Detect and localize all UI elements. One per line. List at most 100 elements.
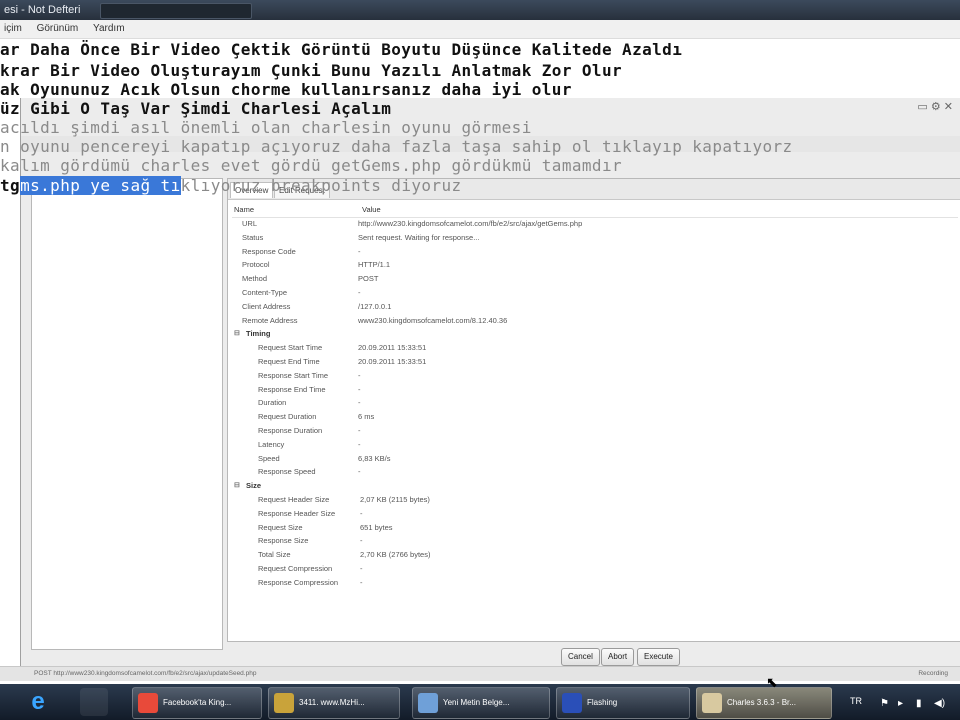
section-header[interactable]: ⊟ Timing (228, 329, 954, 341)
notepad-line: ak Oyununuz Acık Olsun chorme kullanırsa… (0, 80, 572, 99)
overview-row[interactable]: Content-Type - (228, 288, 954, 300)
row-value: - (358, 398, 361, 408)
abort-button[interactable]: Abort (601, 648, 635, 666)
line-prefix: tg (0, 176, 21, 195)
row-name: Total Size (258, 550, 291, 560)
overview-row[interactable]: Client Address/127.0.0.1 (228, 302, 954, 314)
overview-row[interactable]: Protocol HTTP/1.1 (228, 260, 954, 272)
request-detail-panel: Overview Edit Request Name Value URL http… (227, 178, 960, 642)
row-value: 2,07 KB (2115 bytes) (360, 495, 430, 504)
col-name: Name (234, 205, 255, 214)
execute-button[interactable]: Execute (637, 648, 680, 666)
system-tray: TR ⚑ ▸ ▮ ◀) (840, 684, 960, 720)
row-name: Request Header Size (258, 495, 330, 504)
language-indicator[interactable]: TR (850, 696, 862, 706)
charles-status-bar: POST http://www230.kingdomsofcamelot.com… (0, 666, 960, 681)
row-value: 6,83 KB/s (358, 453, 391, 463)
row-name: Response Speed (258, 467, 316, 477)
row-value: - (358, 288, 361, 297)
section-label: Timing (246, 329, 271, 339)
row-value: www230.kingdomsofcamelot.com/8.12.40.36 (358, 315, 508, 325)
row-name: Response Code (242, 246, 296, 256)
background-window-tab[interactable] (100, 3, 252, 19)
overview-row[interactable]: Response Speed - (228, 467, 954, 479)
row-name: URL (242, 219, 258, 228)
row-name: Response Header Size (258, 508, 336, 518)
notepad-line: üz Gibi O Taş Var Şimdi Charlesi Açalım (0, 99, 392, 118)
overview-row[interactable]: Status Sent request. Waiting for response… (228, 233, 954, 245)
overview-row[interactable]: Request Size 651 bytes (228, 523, 954, 535)
cancel-button[interactable]: Cancel (561, 648, 600, 666)
status-url: POST http://www230.kingdomsofcamelot.com… (34, 670, 257, 677)
notepad-menubar: içim Görünüm Yardım (0, 20, 960, 39)
overview-row[interactable]: URL http://www230.kingdomsofcamelot.com/f… (228, 219, 954, 231)
overview-row[interactable]: Remote Address www230.kingdomsofcamelot.c… (228, 316, 954, 328)
row-value: - (358, 370, 361, 380)
row-name: Duration (258, 398, 287, 408)
row-value: Sent request. Waiting for response... (358, 232, 480, 242)
overview-row[interactable]: Response Compression - (228, 578, 954, 590)
section-header[interactable]: ⊟ Size (228, 481, 954, 493)
overview-row[interactable]: Request Header Size 2,07 KB (2115 bytes) (228, 495, 954, 507)
volume-icon[interactable]: ◀) (934, 698, 945, 709)
notepad-line: acıldı şimdi asıl önemli olan charlesin … (0, 118, 532, 137)
overview-row[interactable]: Request Duration 6 ms (228, 412, 954, 424)
overview-row[interactable]: Response Code - (228, 247, 954, 259)
row-value: 6 ms (358, 412, 375, 422)
overview-row[interactable]: Request Compression - (228, 564, 954, 576)
flag-icon[interactable]: ⚑ (880, 698, 889, 709)
taskbar-flashing[interactable]: Flashing (556, 687, 690, 719)
row-value: /127.0.0.1 (358, 301, 392, 311)
row-value: 651 bytes (360, 522, 393, 532)
notepad-line: ar Daha Önce Bir Video Çektik Görüntü Bo… (0, 40, 683, 59)
row-name: Request Size (258, 522, 303, 532)
row-name: Latency (258, 439, 285, 449)
start-button[interactable]: e (22, 688, 54, 716)
taskbar-chrome[interactable]: Facebook'ta King... (132, 687, 262, 719)
overview-row[interactable]: Response End Time - (228, 385, 954, 397)
menu-format[interactable]: içim (4, 23, 22, 34)
row-name: Response Start Time (258, 370, 329, 380)
row-name: Method (242, 274, 268, 284)
collapse-icon[interactable]: ⊟ (234, 481, 240, 489)
overview-row[interactable]: Response Duration - (228, 426, 954, 438)
menu-help[interactable]: Yardım (93, 23, 125, 34)
download-icon (274, 693, 294, 713)
overview-row[interactable]: Method POST (228, 274, 954, 286)
overview-row[interactable]: Response Size - (228, 536, 954, 548)
row-value: 2,70 KB (2766 bytes) (360, 550, 431, 560)
media-player-icon[interactable] (80, 688, 108, 716)
overview-row[interactable]: Total Size 2,70 KB (2766 bytes) (228, 550, 954, 562)
mouse-cursor-icon: ⬉ (766, 674, 778, 690)
row-value: HTTP/1.1 (358, 260, 391, 270)
taskbar-notepad[interactable]: Yeni Metin Belge... (412, 687, 550, 719)
network-icon[interactable]: ▮ (916, 698, 922, 709)
overview-row[interactable]: Latency - (228, 440, 954, 452)
structure-tree[interactable] (31, 178, 223, 650)
overview-row[interactable]: Response Start Time - (228, 371, 954, 383)
taskbar-download[interactable]: 3411. www.MzHi... (268, 687, 400, 719)
row-name: Client Address (242, 301, 291, 311)
selected-text[interactable]: ms.php ye sağ tı (20, 176, 181, 195)
overview-row[interactable]: Request Start Time 20.09.2011 15:33:51 (228, 343, 954, 355)
section-label: Size (246, 481, 262, 491)
overview-row[interactable]: Response Header Size - (228, 509, 954, 521)
arrow-icon[interactable]: ▸ (898, 698, 903, 709)
row-name: Request End Time (258, 357, 320, 366)
window-controls[interactable]: ▭ ⚙ ✕ (917, 100, 953, 113)
taskbar-charles[interactable]: Charles 3.6.3 - Br... (696, 687, 832, 719)
flashing-icon (562, 693, 582, 713)
menu-view[interactable]: Görünüm (37, 23, 79, 34)
overview-row[interactable]: Duration - (228, 398, 954, 410)
notepad-line: kalım gördümü charles evet gördü getGems… (0, 156, 623, 175)
row-value: 20.09.2011 15:33:51 (358, 357, 427, 366)
row-name: Response Compression (258, 577, 339, 587)
notepad-last-line[interactable]: tgms.php ye sağ tıklıyoruz breakpoints d… (0, 176, 462, 195)
overview-row[interactable]: Speed 6,83 KB/s (228, 454, 954, 466)
overview-row[interactable]: Request End Time 20.09.2011 15:33:51 (228, 357, 954, 369)
row-value: - (358, 246, 361, 256)
row-name: Content-Type (242, 288, 288, 297)
collapse-icon[interactable]: ⊟ (234, 329, 240, 337)
row-value: - (360, 564, 363, 573)
notepad-icon (418, 693, 438, 713)
